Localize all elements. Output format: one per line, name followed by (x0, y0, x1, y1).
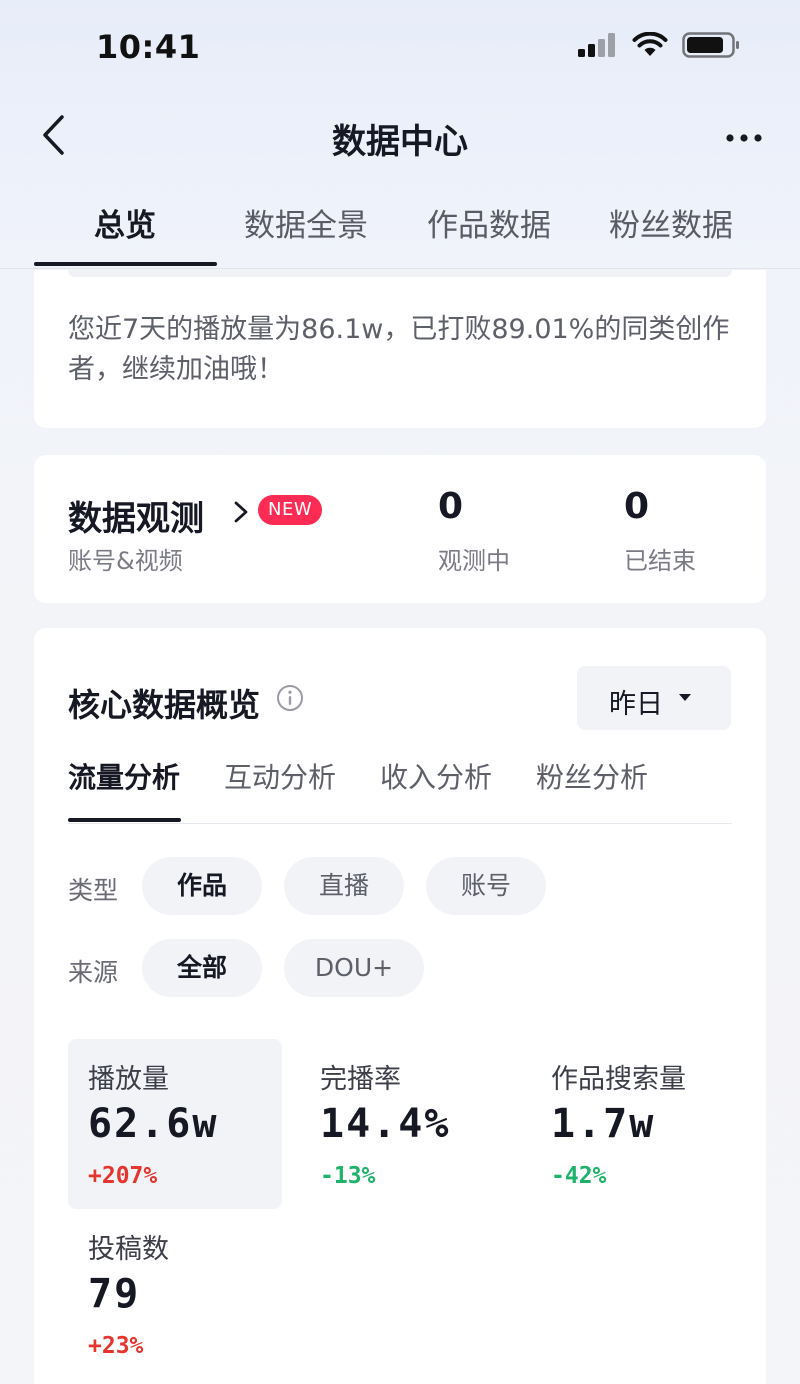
core-data-card: 核心数据概览 昨日 流量分析 互动分析 收入分析 粉丝分析 类型 作品 直播 账… (34, 628, 766, 1384)
tabs-divider (0, 268, 800, 269)
metric-value: 14.4% (320, 1101, 451, 1147)
summary-card-peek (408, 270, 732, 277)
observing-label: 观测中 (438, 547, 510, 575)
type-filter-label: 类型 (68, 876, 119, 905)
analysis-tabs: 流量分析 互动分析 收入分析 粉丝分析 (68, 748, 732, 824)
metric-label: 播放量 (88, 1064, 169, 1095)
more-dots-icon (726, 134, 762, 142)
top-tabs: 总览 数据全景 作品数据 粉丝数据 (34, 188, 766, 268)
ended-label: 已结束 (624, 547, 696, 575)
source-chip-dou-plus[interactable]: DOU+ (284, 939, 424, 997)
tab-fans-data[interactable]: 粉丝数据 (609, 200, 733, 245)
ended-count: 0 (624, 486, 650, 527)
data-observe-title[interactable]: 数据观测 (68, 491, 204, 540)
more-button[interactable] (722, 116, 766, 160)
metric-search-count[interactable]: 作品搜索量 1.7w -42% (531, 1039, 745, 1209)
metric-change: +207% (88, 1163, 158, 1189)
metric-label: 作品搜索量 (551, 1064, 686, 1095)
type-chip-account[interactable]: 账号 (426, 857, 546, 915)
battery-icon (682, 32, 739, 58)
analysis-tab-indicator (68, 818, 181, 822)
type-filter-row: 类型 作品 直播 账号 (68, 857, 732, 915)
metric-value: 62.6w (88, 1101, 219, 1147)
summary-card: 您近7天的播放量为86.1w，已打败89.01%的同类创作者，继续加油哦！ (34, 270, 766, 428)
metric-completion-rate[interactable]: 完播率 14.4% -13% (300, 1039, 514, 1209)
observing-stat[interactable]: 0 观测中 (438, 485, 510, 576)
chevron-right-icon[interactable] (230, 499, 252, 525)
signal-icon (578, 33, 615, 57)
tab-overview[interactable]: 总览 (94, 200, 156, 245)
tab-works-data[interactable]: 作品数据 (427, 200, 551, 245)
metric-change: -13% (320, 1163, 376, 1189)
core-data-title: 核心数据概览 (68, 686, 261, 724)
metric-change: -42% (551, 1163, 607, 1189)
status-icons (578, 32, 740, 58)
ended-stat[interactable]: 0 已结束 (624, 485, 696, 576)
page-title: 数据中心 (332, 122, 468, 162)
data-observe-subtitle: 账号&视频 (68, 547, 183, 575)
tab-active-indicator (34, 262, 217, 266)
source-chip-all[interactable]: 全部 (142, 939, 262, 997)
info-icon[interactable] (276, 684, 304, 712)
metric-post-count[interactable]: 投稿数 79 +23% (68, 1209, 282, 1379)
observing-count: 0 (438, 486, 464, 527)
nav-bar: 数据中心 (0, 96, 800, 176)
data-observe-card[interactable]: 数据观测 NEW 账号&视频 0 观测中 0 已结束 (34, 455, 766, 603)
tab-data-panorama[interactable]: 数据全景 (244, 200, 368, 245)
summary-card-peek (68, 270, 424, 277)
source-filter-label: 来源 (68, 958, 119, 987)
metric-change: +23% (88, 1333, 144, 1359)
tab-traffic-analysis[interactable]: 流量分析 (68, 756, 180, 796)
metric-play-count[interactable]: 播放量 62.6w +207% (68, 1039, 282, 1209)
summary-text: 您近7天的播放量为86.1w，已打败89.01%的同类创作者，继续加油哦！ (68, 314, 730, 385)
status-bar: 10:41 (0, 0, 800, 96)
new-badge: NEW (258, 495, 323, 525)
caret-down-icon (679, 694, 691, 701)
metric-label: 投稿数 (88, 1234, 169, 1265)
tab-interaction-analysis[interactable]: 互动分析 (224, 756, 336, 796)
metric-value: 79 (88, 1271, 141, 1317)
source-filter-row: 来源 全部 DOU+ (68, 939, 732, 997)
metric-label: 完播率 (320, 1064, 401, 1095)
type-chip-works[interactable]: 作品 (142, 857, 262, 915)
metric-value: 1.7w (551, 1101, 656, 1147)
tab-fans-analysis[interactable]: 粉丝分析 (536, 756, 648, 796)
type-chip-live[interactable]: 直播 (284, 857, 404, 915)
status-time: 10:41 (96, 28, 201, 66)
tab-income-analysis[interactable]: 收入分析 (380, 756, 492, 796)
wifi-icon (632, 32, 668, 56)
date-range-select[interactable]: 昨日 (577, 666, 731, 730)
date-range-value: 昨日 (609, 689, 663, 720)
